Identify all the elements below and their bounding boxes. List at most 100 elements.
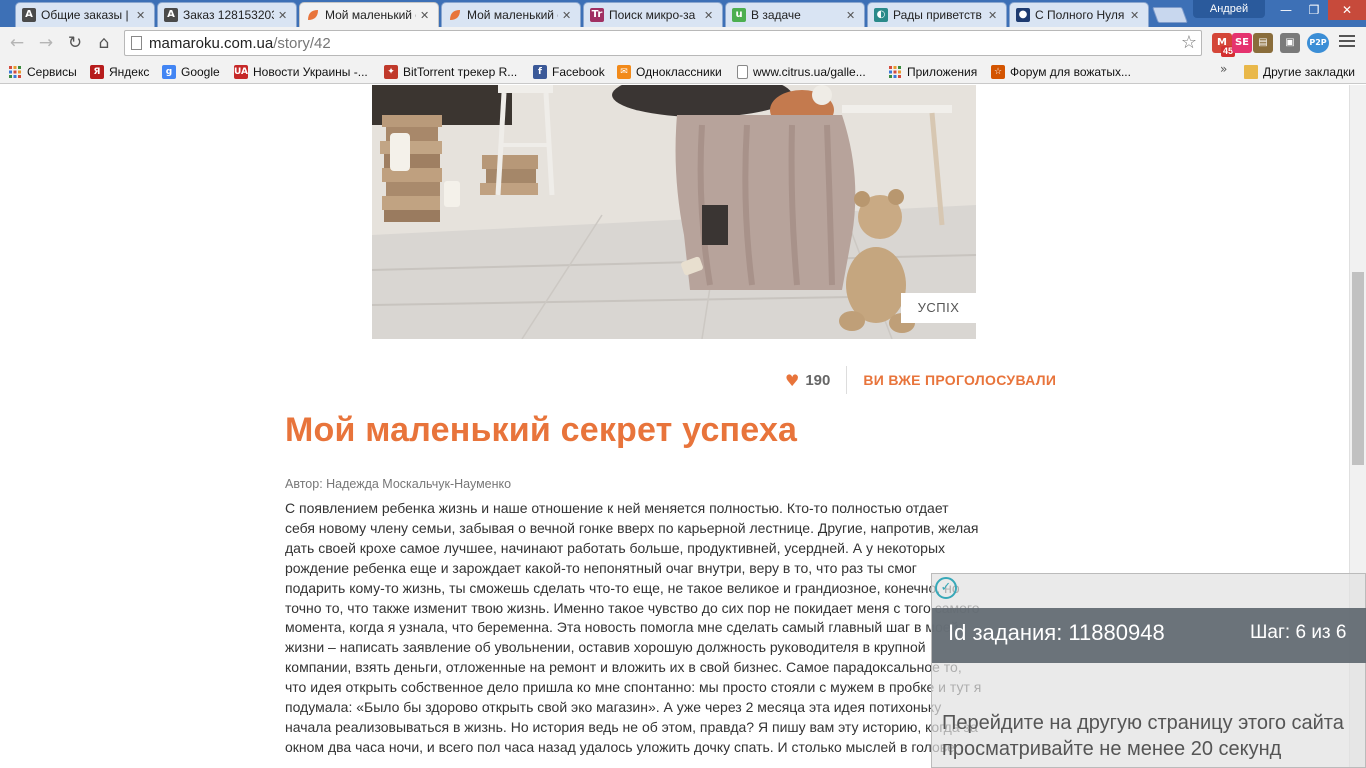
extension-label: P2P [1309, 38, 1327, 47]
tab-favicon-icon: Tr [590, 8, 604, 22]
tab-close-icon[interactable]: ✕ [420, 9, 432, 22]
bookmark-favicon-icon: ✦ [384, 64, 398, 79]
bookmark-item[interactable]: Приложения [888, 63, 977, 80]
tab-title: Заказ 128153203 [183, 8, 274, 22]
tab-close-icon[interactable]: ✕ [846, 9, 858, 22]
tab-close-icon[interactable]: ✕ [988, 9, 1000, 22]
url-host: mamaroku.com.ua [149, 35, 274, 52]
task-id: Id задания: 11880948 [948, 620, 1165, 645]
tab-favicon-icon: A [22, 8, 36, 22]
url-text: mamaroku.com.ua/story/42 [149, 35, 331, 52]
bookmark-label: Одноклассники [636, 64, 722, 79]
browser-tab[interactable]: A Общие заказы | ✕ [15, 2, 155, 27]
bookmark-label: Приложения [907, 64, 978, 79]
tab-close-icon[interactable]: ✕ [136, 9, 148, 22]
tab-strip: A Общие заказы | ✕ A Заказ 128153203 ✕ Мой ма… [0, 0, 1366, 27]
tab-title: С Полного Нуля [1035, 8, 1125, 22]
bookmark-item[interactable]: Я Яндекс [90, 63, 149, 80]
bookmark-star-icon[interactable]: ☆ [1181, 32, 1197, 53]
bookmark-favicon-icon: Я [90, 64, 104, 79]
browser-tab[interactable]: Мой маленький с ✕ [441, 2, 581, 27]
voted-status: ВИ ВЖЕ ПРОГОЛОСУВАЛИ [863, 372, 1057, 388]
restore-icon[interactable]: ❐ [1300, 0, 1328, 20]
bookmark-favicon-icon [8, 65, 22, 79]
back-icon[interactable]: ← [6, 32, 28, 54]
tab-favicon-icon: ● [1016, 8, 1030, 22]
extension-label: ▤ [1258, 37, 1268, 48]
p2p-extension-icon[interactable]: P2P [1307, 33, 1329, 53]
bookmark-item[interactable]: ✦ BitTorrent трекер R... [384, 63, 517, 80]
new-tab-button[interactable] [1152, 7, 1188, 23]
tab-close-icon[interactable]: ✕ [278, 9, 290, 22]
article-author: Автор: Надежда Москальчук-Науменко [285, 477, 512, 491]
bookmark-label: www.citrus.ua/galle... [753, 64, 866, 79]
bookmark-item[interactable]: g Google [162, 63, 220, 80]
chrome-menu-icon[interactable] [1339, 35, 1355, 49]
browser-window: A Общие заказы | ✕ A Заказ 128153203 ✕ Мой ма… [0, 0, 1366, 768]
tab-title: Мой маленький с [325, 8, 416, 22]
bookmarks-more-icon[interactable]: » [1220, 62, 1227, 76]
heart-icon[interactable]: ♥ [785, 371, 799, 390]
bookmark-item[interactable]: ☆ Форум для вожатых... [991, 63, 1131, 80]
bookmark-label: Новости Украины -... [253, 64, 368, 79]
bookmark-item[interactable]: ✉ Одноклассники [617, 63, 722, 80]
extension-icon[interactable]: ▣ [1280, 33, 1300, 53]
address-bar[interactable]: mamaroku.com.ua/story/42 ☆ [124, 30, 1202, 56]
bookmark-item[interactable]: f Facebook [533, 63, 605, 80]
extension-icon[interactable]: M 45 [1212, 33, 1236, 57]
tab-close-icon[interactable]: ✕ [562, 9, 574, 22]
extension-icon[interactable]: SE [1232, 33, 1252, 53]
article-line: С появлением ребенка жизнь и наше отноше… [285, 500, 949, 516]
forward-icon[interactable]: → [35, 32, 57, 54]
bookmark-favicon-icon: ✉ [617, 64, 631, 79]
bookmark-item[interactable]: Сервисы [8, 63, 77, 80]
tab-title: Рады приветств [893, 8, 982, 22]
task-instruction-line-2: просматривайте не менее 20 секунд [942, 738, 1282, 760]
story-category-tag[interactable]: УСПІХ [901, 293, 976, 323]
profile-button[interactable]: Андрей [1193, 0, 1265, 18]
bookmark-label: Форум для вожатых... [1010, 64, 1131, 79]
tab-close-icon[interactable]: ✕ [704, 9, 716, 22]
bookmark-label: Яндекс [109, 64, 150, 79]
bookmark-item[interactable]: UA Новости Украины -... [234, 63, 368, 80]
tab-favicon-icon: ◐ [874, 8, 888, 22]
other-bookmarks[interactable]: Другие закладки [1244, 63, 1355, 80]
task-instruction-line-1: Перейдите на другую страницу этого сайта [942, 712, 1344, 734]
browser-tab[interactable]: ◐ Рады приветств ✕ [867, 2, 1007, 27]
extension-icon[interactable]: ▤ [1253, 33, 1273, 53]
article-line: дать своей крохе самое лучшее, начинают … [285, 539, 946, 556]
bookmark-item[interactable]: www.citrus.ua/galle... [737, 63, 866, 80]
browser-tab[interactable]: A Заказ 128153203 ✕ [157, 2, 297, 27]
browser-toolbar: ← → ↻ ⌂ mamaroku.com.ua/story/42 ☆ M 45 SE… [0, 27, 1366, 59]
tab-title: Мой маленький с [467, 8, 558, 22]
task-info-bar: Id задания: 11880948 Шаг: 6 из 6 [932, 608, 1366, 663]
bookmark-favicon-icon [888, 65, 902, 79]
tab-close-icon[interactable]: ✕ [1130, 9, 1142, 22]
bookmarks-bar: Сервисы Я Яндекс g Google UA Новости Украины -… [0, 59, 1366, 84]
bookmark-label: Сервисы [27, 64, 77, 79]
extension-label: ▣ [1285, 37, 1295, 48]
task-instruction: Перейдите на другую страницу этого сайта… [942, 710, 1366, 762]
tab-favicon-icon [448, 8, 462, 22]
task-step: Шаг: 6 из 6 [1250, 622, 1347, 643]
scrollbar-thumb[interactable] [1352, 272, 1364, 465]
browser-tab[interactable]: Tr Поиск микро-за ✕ [583, 2, 723, 27]
page-icon [131, 36, 142, 50]
bookmark-label: Facebook [552, 64, 605, 79]
task-check-icon[interactable]: ✓ [935, 577, 957, 599]
reload-icon[interactable]: ↻ [64, 32, 86, 54]
hero-photo [372, 85, 976, 339]
tab-favicon-icon [306, 8, 320, 22]
bookmark-favicon-icon [737, 64, 748, 79]
browser-tab[interactable]: u В задаче ✕ [725, 2, 865, 27]
close-window-icon[interactable]: ✕ [1328, 0, 1366, 20]
folder-icon [1244, 64, 1258, 79]
other-bookmarks-label: Другие закладки [1263, 64, 1355, 79]
tab-favicon-icon: A [164, 8, 178, 22]
browser-tab[interactable]: Мой маленький с ✕ [299, 2, 439, 27]
browser-tab[interactable]: ● С Полного Нуля ✕ [1009, 2, 1149, 27]
home-icon[interactable]: ⌂ [93, 32, 115, 54]
article-title: Мой маленький секрет успеха [285, 411, 798, 449]
tab-title: Общие заказы | [41, 8, 129, 22]
minimize-icon[interactable]: — [1272, 0, 1300, 20]
